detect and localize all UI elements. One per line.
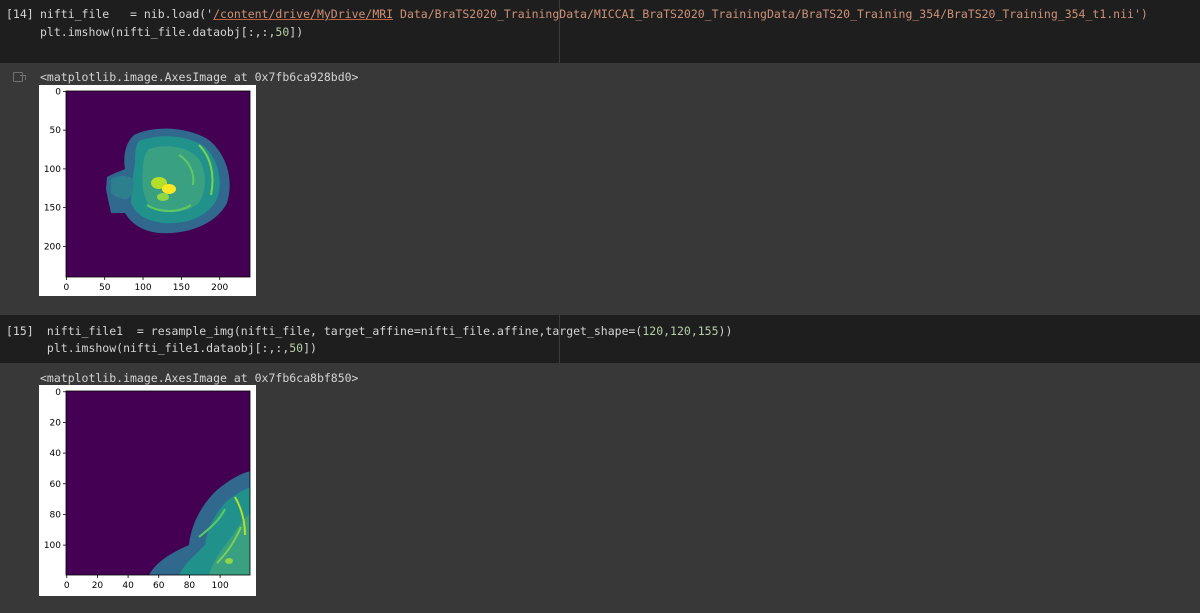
x-tick-label: 50 (99, 283, 111, 293)
y-tick-label: 50 (50, 126, 62, 136)
code-string: Data/BraTS2020_TrainingData/MICCAI_BraTS… (393, 7, 1134, 21)
code-line-1[interactable]: nifti_file = nib.load('/content/drive/My… (40, 7, 1148, 21)
code-text: plt.imshow(nifti_file1.dataobj[:,:, (40, 341, 290, 355)
y-tick-label: 0 (55, 87, 61, 97)
code-string-end: ') (1133, 7, 1148, 21)
code-number: 50 (289, 341, 304, 355)
plot-svg-1: 0 50 100 150 200 0 50 100 150 200 (44, 87, 251, 293)
x-tick-label: 100 (134, 283, 151, 293)
y-tick-label: 150 (44, 204, 61, 214)
code-text: )) (718, 324, 733, 338)
x-tick-label: 200 (211, 283, 228, 293)
line-ruler (559, 0, 560, 63)
frontal-region (111, 176, 134, 199)
line-ruler (559, 315, 560, 363)
path-link[interactable]: /content/drive/MyDrive/MRI (213, 7, 393, 21)
cell-prompt: [15] (6, 324, 34, 338)
plot-image-2: 0 20 40 60 80 100 0 20 40 60 80 100 (39, 385, 256, 596)
code-text: nifti_file = nib.load(' (40, 7, 214, 21)
y-tick-label: 40 (50, 449, 62, 459)
x-tick-label: 0 (64, 283, 70, 293)
output-arrow-icon[interactable] (13, 72, 26, 82)
y-tick-label: 20 (50, 418, 62, 428)
output-text: <matplotlib.image.AxesImage at 0x7fb6ca9… (40, 70, 359, 84)
y-tick-label: 100 (44, 165, 61, 175)
y-tick-label: 200 (44, 242, 61, 252)
thalamus (157, 193, 169, 201)
y-tick-label: 80 (50, 510, 62, 520)
x-tick-label: 0 (64, 581, 70, 591)
plot-svg-2: 0 20 40 60 80 100 0 20 40 60 80 100 (44, 388, 251, 591)
x-tick-label: 40 (122, 581, 134, 591)
code-line-2[interactable]: plt.imshow(nifti_file.dataobj[:,:,50]) (40, 25, 303, 39)
code-text: plt.imshow(nifti_file.dataobj[:,:, (40, 25, 276, 39)
code-line-1[interactable]: nifti_file1 = resample_img(nifti_file, t… (40, 324, 732, 338)
y-tick-label: 60 (50, 480, 62, 490)
ventricle-right (162, 184, 176, 194)
x-tick-label: 60 (153, 581, 165, 591)
cell-prompt: [14] (6, 7, 34, 21)
x-tick-label: 80 (184, 581, 196, 591)
x-tick-label: 150 (173, 283, 190, 293)
code-cell-15[interactable]: [15] nifti_file1 = resample_img(nifti_fi… (0, 315, 1200, 363)
x-tick-label: 100 (212, 581, 229, 591)
code-text: ]) (289, 25, 304, 39)
plot-image-1: 0 50 100 150 200 0 50 100 150 200 (39, 85, 256, 296)
bright-spot (225, 558, 233, 564)
code-line-2[interactable]: plt.imshow(nifti_file1.dataobj[:,:,50]) (40, 341, 317, 355)
output-text: <matplotlib.image.AxesImage at 0x7fb6ca8… (40, 371, 359, 385)
code-cell-14[interactable]: [14] nifti_file = nib.load('/content/dri… (0, 0, 1200, 63)
code-number: 50 (275, 25, 290, 39)
y-tick-label: 0 (55, 388, 61, 398)
code-text: nifti_file1 = resample_img(nifti_file, t… (40, 324, 643, 338)
y-tick-label: 100 (44, 541, 61, 551)
inner-matter (142, 146, 205, 213)
code-number: 120,120,155 (642, 324, 719, 338)
code-text: ]) (303, 341, 317, 355)
x-tick-label: 20 (92, 581, 104, 591)
